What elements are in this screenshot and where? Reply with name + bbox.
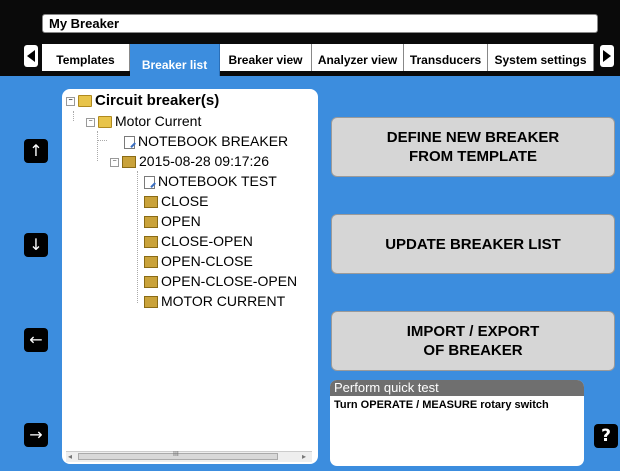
tree-node-test[interactable]: CLOSE (144, 191, 208, 211)
recording-icon (122, 156, 136, 169)
arrow-right-icon (603, 50, 611, 62)
tree-node-test[interactable]: OPEN-CLOSE (144, 251, 253, 271)
tree-label: NOTEBOOK BREAKER (138, 133, 289, 149)
tab-analyzer-view[interactable]: Analyzer view (312, 44, 404, 71)
tree-label: Motor Current (115, 113, 202, 129)
tree-label: CLOSE-OPEN (161, 233, 253, 249)
tree-label: Circuit breaker(s) (95, 92, 220, 109)
edit-document-icon (124, 135, 135, 149)
move-right-button[interactable]: → (24, 423, 48, 447)
recording-icon (144, 296, 158, 309)
recording-icon (144, 256, 158, 269)
tab-breaker-view[interactable]: Breaker view (220, 44, 312, 71)
button-label: UPDATE BREAKER LIST (385, 235, 561, 253)
tree-node-group[interactable]: − Motor Current (86, 111, 201, 131)
scroll-left-arrow-icon[interactable]: ◂ (68, 452, 72, 462)
tree-label: MOTOR CURRENT (161, 293, 286, 309)
folder-open-icon (78, 95, 92, 108)
tree-node-root[interactable]: − Circuit breaker(s) (66, 91, 219, 111)
tree-connector (73, 111, 74, 121)
collapse-icon[interactable]: − (86, 117, 95, 127)
tab-bar: Templates Breaker list Breaker view Anal… (0, 36, 620, 76)
recording-icon (144, 216, 158, 229)
recording-icon (144, 276, 158, 289)
tree-label: CLOSE (161, 193, 209, 209)
tree-connector (137, 171, 138, 303)
button-label-line: DEFINE NEW BREAKER (386, 129, 560, 146)
breaker-name-field[interactable]: My Breaker (42, 14, 598, 33)
tree-label: OPEN-CLOSE (161, 253, 253, 269)
define-new-breaker-button[interactable]: DEFINE NEW BREAKER FROM TEMPLATE (331, 117, 615, 177)
recording-icon (144, 196, 158, 209)
quick-test-message: Turn OPERATE / MEASURE rotary switch (334, 399, 549, 411)
collapse-icon[interactable]: − (66, 96, 75, 106)
update-breaker-list-button[interactable]: UPDATE BREAKER LIST (331, 214, 615, 274)
tree-label: NOTEBOOK TEST (158, 173, 277, 189)
tree-label: OPEN-CLOSE-OPEN (161, 273, 298, 289)
button-label-line: IMPORT / EXPORT (406, 323, 540, 340)
tree-node-test[interactable]: OPEN-CLOSE-OPEN (144, 271, 297, 291)
tree-connector (97, 131, 98, 161)
scrollbar-grip: III (173, 451, 179, 458)
tab-scroll-right-button[interactable] (600, 45, 614, 67)
app-window: My Breaker Templates Breaker list Breake… (0, 0, 620, 471)
tree-node-breaker[interactable]: NOTEBOOK BREAKER (124, 131, 288, 151)
tab-transducers[interactable]: Transducers (404, 44, 488, 71)
scroll-down-button[interactable]: ↓ (24, 233, 48, 257)
quick-test-header: Perform quick test (330, 380, 584, 396)
title-bar: My Breaker (0, 0, 620, 36)
edit-document-icon (144, 175, 155, 189)
recording-icon (144, 236, 158, 249)
tree-node-session[interactable]: − 2015-08-28 09:17:26 (110, 151, 269, 171)
window-title: My Breaker (49, 16, 120, 31)
tab-breaker-list[interactable]: Breaker list (130, 44, 220, 76)
tree-node-test[interactable]: NOTEBOOK TEST (144, 171, 277, 191)
button-label-line: OF BREAKER (423, 342, 523, 359)
tab-scroll-left-button[interactable] (24, 45, 38, 67)
tree-node-test[interactable]: MOTOR CURRENT (144, 291, 285, 311)
import-export-label: IMPORT / EXPORT OF BREAKER (407, 322, 540, 360)
tree-label: OPEN (161, 213, 201, 229)
breaker-tree[interactable]: − Circuit breaker(s) − Motor Current NOTEB… (62, 89, 318, 464)
tree-node-test[interactable]: CLOSE-OPEN (144, 231, 253, 251)
tab-system-settings[interactable]: System settings (488, 44, 594, 71)
move-left-button[interactable]: ← (24, 328, 48, 352)
arrow-left-icon (27, 50, 35, 62)
tree-connector (97, 140, 107, 141)
define-new-breaker-label: DEFINE NEW BREAKER FROM TEMPLATE (387, 128, 560, 166)
button-label-line: FROM TEMPLATE (408, 148, 538, 165)
tab-templates[interactable]: Templates (42, 44, 130, 71)
horizontal-scrollbar[interactable]: ◂ III ▸ (66, 451, 312, 462)
collapse-icon[interactable]: − (110, 157, 119, 167)
quick-test-panel: Perform quick test Turn OPERATE / MEASUR… (330, 380, 584, 466)
scrollbar-thumb[interactable]: III (78, 451, 278, 460)
tree-node-test[interactable]: OPEN (144, 211, 201, 231)
scroll-right-arrow-icon[interactable]: ▸ (302, 452, 306, 462)
import-export-breaker-button[interactable]: IMPORT / EXPORT OF BREAKER (331, 311, 615, 371)
folder-icon (98, 116, 112, 129)
tree-label: 2015-08-28 09:17:26 (139, 153, 269, 169)
help-button[interactable]: ? (594, 424, 618, 448)
scroll-up-button[interactable]: ↑ (24, 139, 48, 163)
